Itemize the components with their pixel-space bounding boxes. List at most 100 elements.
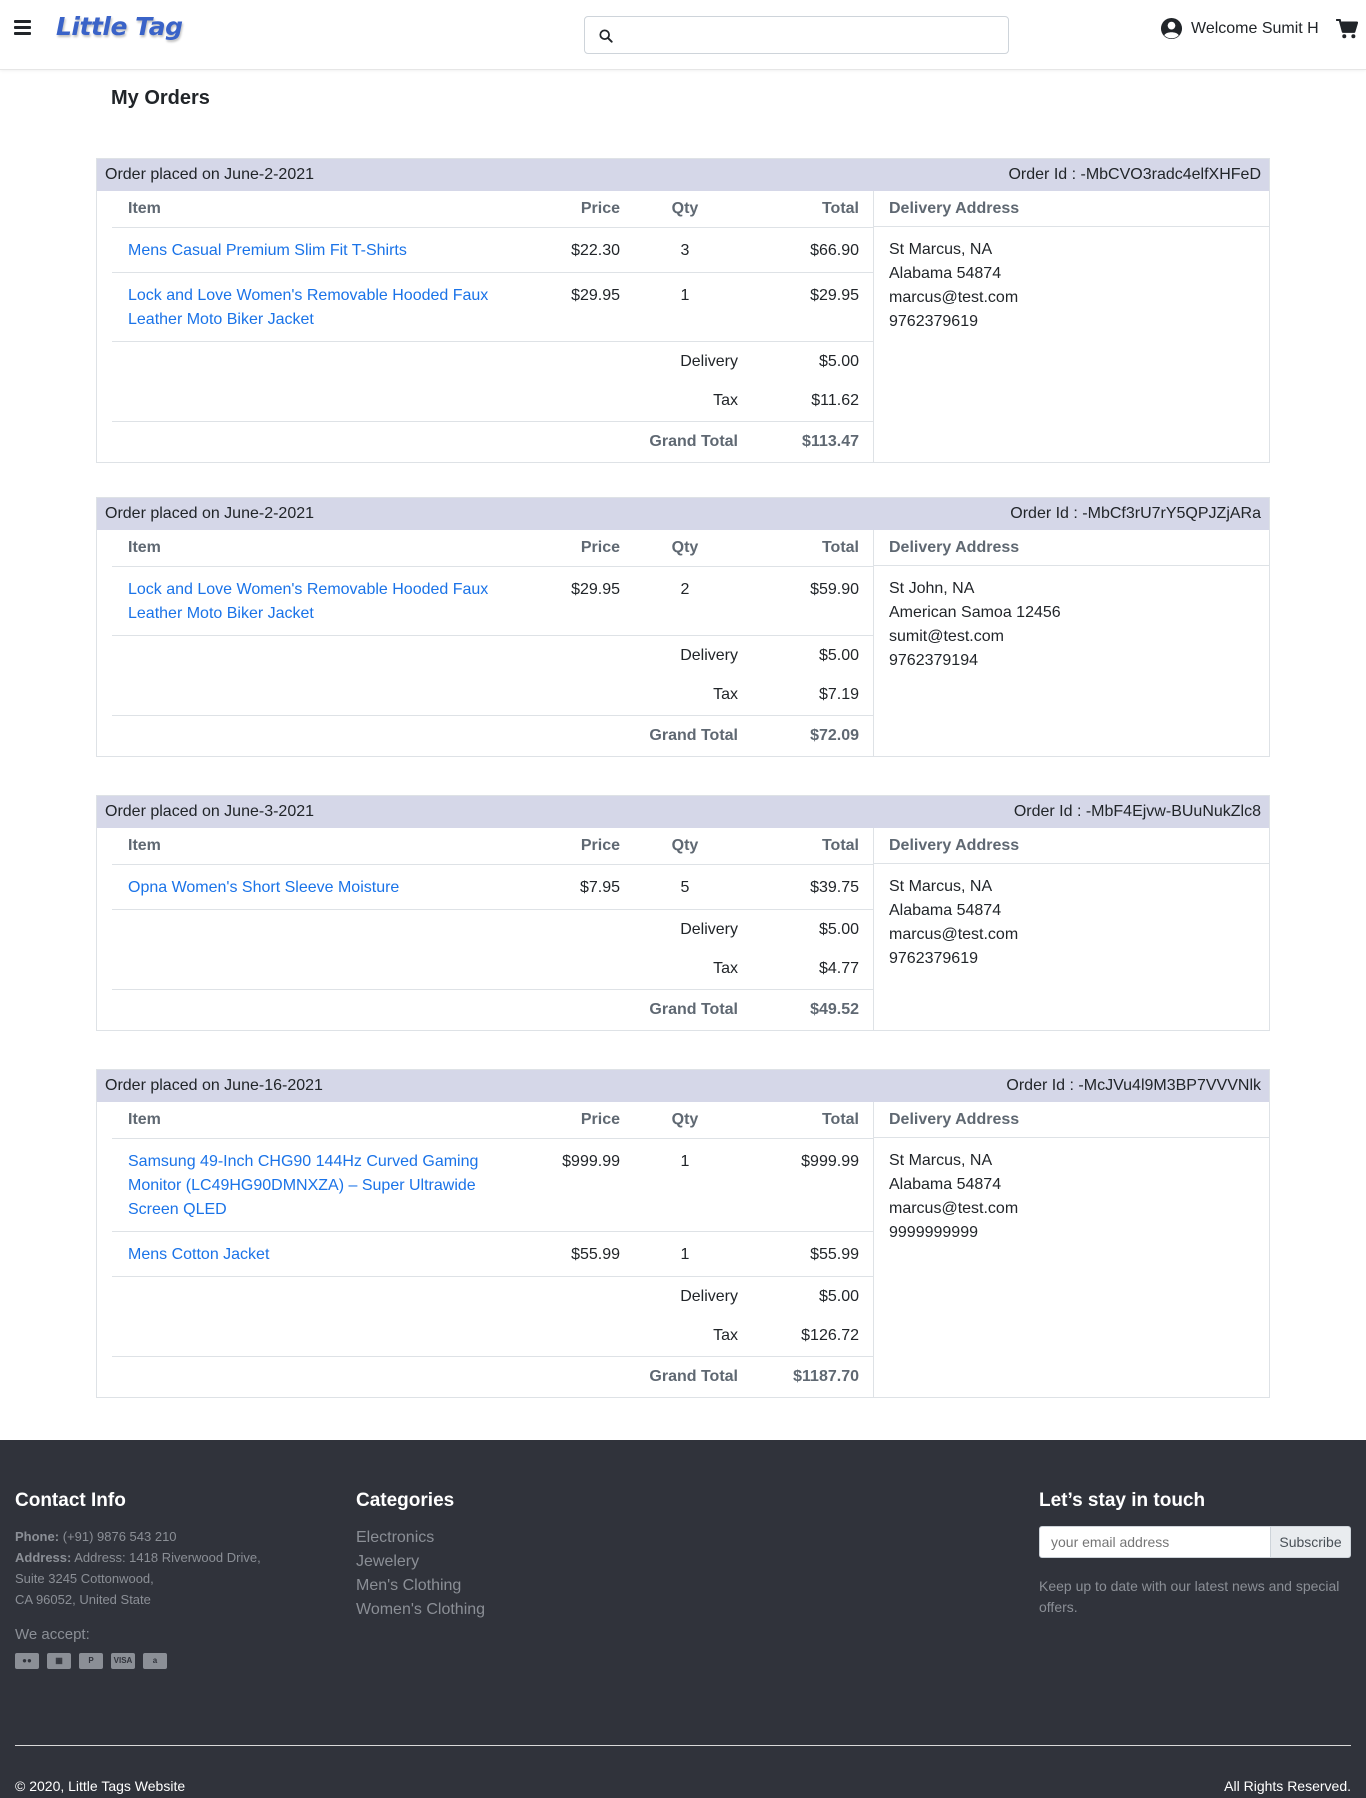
column-header-item: Item (112, 828, 512, 865)
contact-info: Contact Info Phone: (+91) 9876 543 210 A… (15, 1490, 261, 1669)
payment-methods: ●● ▦ P VISA a (15, 1653, 261, 1669)
category-link-jewelery[interactable]: Jewelery (356, 1550, 485, 1574)
table-row: Opna Women's Short Sleeve Moisture $7.95… (112, 864, 873, 910)
visa-icon: VISA (111, 1653, 135, 1669)
column-header-qty: Qty (634, 191, 734, 228)
product-link[interactable]: Samsung 49-Inch CHG90 144Hz Curved Gamin… (128, 1153, 478, 1218)
item-qty: 5 (634, 864, 734, 910)
item-price: $999.99 (512, 1138, 634, 1232)
column-header-total: Total (734, 191, 873, 228)
column-header-price: Price (512, 191, 634, 228)
we-accept-label: We accept: (15, 1626, 90, 1643)
address-line: Alabama 54874 (889, 902, 1002, 919)
order-card: Order placed on June-2-2021 Order Id : -… (96, 497, 1270, 757)
hamburger-menu-icon[interactable] (14, 20, 31, 35)
order-card: Order placed on June-16-2021 Order Id : … (96, 1069, 1270, 1398)
search-bar[interactable] (584, 16, 1009, 54)
delivery-label: Delivery (680, 1287, 738, 1305)
order-header: Order placed on June-2-2021 Order Id : -… (97, 498, 1269, 530)
amazon-icon: a (143, 1653, 167, 1669)
user-menu[interactable]: Welcome Sumit H (1160, 17, 1319, 40)
address-email: marcus@test.com (889, 1200, 1019, 1217)
delivery-value: $5.00 (818, 920, 859, 938)
column-header-qty: Qty (634, 1102, 734, 1139)
order-header: Order placed on June-3-2021 Order Id : -… (97, 796, 1269, 828)
tax-value: $7.19 (818, 686, 859, 704)
grand-total-label: Grand Total (112, 989, 738, 1030)
category-link-mens-clothing[interactable]: Men's Clothing (356, 1574, 485, 1598)
product-link[interactable]: Opna Women's Short Sleeve Moisture (128, 879, 399, 896)
order-summary: Delivery $5.00 Tax $7.19 Grand Total $72.09 (112, 636, 873, 756)
order-date: Order placed on June-2-2021 (105, 166, 315, 183)
delivery-address-heading: Delivery Address (874, 191, 1269, 227)
newsletter-email-input[interactable] (1039, 1526, 1271, 1558)
phone-number: (+91) 9876 543 210 (62, 1529, 177, 1544)
categories-title: Categories (356, 1490, 455, 1511)
delivery-address: Delivery Address St Marcus, NA Alabama 5… (874, 1102, 1269, 1397)
tax-value: $11.62 (811, 392, 859, 410)
grand-total-value: $49.52 (738, 989, 873, 1030)
site-logo[interactable]: Little Tag (56, 12, 183, 41)
item-price: $29.95 (512, 272, 634, 342)
tax-label: Tax (713, 960, 738, 978)
order-items-table: Item Price Qty Total Mens Casual Premium… (112, 191, 873, 342)
order-summary: Delivery $5.00 Tax $126.72 Grand Total $118… (112, 1277, 873, 1397)
tax-label: Tax (713, 1327, 738, 1345)
column-header-total: Total (734, 828, 873, 865)
address-line: St Marcus, NA (889, 878, 993, 895)
rights-text: All Rights Reserved. (1224, 1778, 1351, 1794)
address-phone: 9999999999 (889, 1224, 978, 1241)
order-id: Order Id : -MbF4Ejvw-BUuNukZlc8 (1013, 803, 1261, 820)
order-id: Order Id : -MbCVO3radc4elfXHFeD (1008, 166, 1261, 183)
address-phone: 9762379194 (889, 652, 978, 669)
column-header-qty: Qty (634, 828, 734, 865)
delivery-label: Delivery (680, 352, 738, 370)
delivery-label: Delivery (680, 646, 738, 664)
address-line: Suite 3245 Cottonwood, (15, 1571, 154, 1586)
product-link[interactable]: Lock and Love Women's Removable Hooded F… (128, 287, 488, 328)
order-card: Order placed on June-2-2021 Order Id : -… (96, 158, 1270, 463)
item-price: $29.95 (512, 566, 634, 636)
delivery-value: $5.00 (818, 646, 859, 664)
grand-total-label: Grand Total (112, 715, 738, 756)
product-link[interactable]: Lock and Love Women's Removable Hooded F… (128, 581, 488, 622)
product-link[interactable]: Mens Casual Premium Slim Fit T-Shirts (128, 242, 407, 259)
delivery-value: $5.00 (818, 352, 859, 370)
delivery-address: Delivery Address St John, NA American Sa… (874, 530, 1269, 756)
newsletter-note: Keep up to date with our latest news and… (1039, 1578, 1340, 1615)
user-circle-icon[interactable] (1160, 17, 1183, 40)
category-link-electronics[interactable]: Electronics (356, 1526, 485, 1550)
category-link-womens-clothing[interactable]: Women's Clothing (356, 1598, 485, 1622)
delivery-value: $5.00 (818, 1287, 859, 1305)
delivery-address-heading: Delivery Address (874, 828, 1269, 864)
column-header-item: Item (112, 191, 512, 228)
delivery-address: Delivery Address St Marcus, NA Alabama 5… (874, 828, 1269, 1030)
item-total: $29.95 (734, 272, 873, 342)
grand-total-value: $72.09 (738, 715, 873, 756)
newsletter-title: Let’s stay in touch (1039, 1490, 1206, 1511)
column-header-price: Price (512, 828, 634, 865)
cart-icon[interactable] (1336, 19, 1358, 39)
paypal-icon: P (79, 1653, 103, 1669)
address-line: CA 96052, United State (15, 1592, 151, 1607)
address-email: sumit@test.com (889, 628, 1004, 645)
item-total: $55.99 (734, 1231, 873, 1277)
page-title: My Orders (111, 87, 210, 109)
item-price: $22.30 (512, 227, 634, 273)
order-summary: Delivery $5.00 Tax $4.77 Grand Total $49.52 (112, 910, 873, 1030)
order-date: Order placed on June-16-2021 (105, 1077, 323, 1094)
welcome-text: Welcome Sumit H (1191, 19, 1319, 37)
item-qty: 2 (634, 566, 734, 636)
table-row: Lock and Love Women's Removable Hooded F… (112, 566, 873, 636)
address-line: Alabama 54874 (889, 1176, 1002, 1193)
product-link[interactable]: Mens Cotton Jacket (128, 1246, 269, 1263)
newsletter: Let’s stay in touch Subscribe Keep up to… (1039, 1490, 1359, 1618)
search-icon[interactable] (599, 29, 613, 43)
search-input[interactable] (625, 23, 995, 47)
address-phone: 9762379619 (889, 950, 978, 967)
order-summary: Delivery $5.00 Tax $11.62 Grand Total $113.… (112, 342, 873, 462)
address-line: St Marcus, NA (889, 1152, 993, 1169)
column-header-item: Item (112, 1102, 512, 1139)
table-row: Lock and Love Women's Removable Hooded F… (112, 272, 873, 342)
subscribe-button[interactable]: Subscribe (1271, 1526, 1351, 1558)
